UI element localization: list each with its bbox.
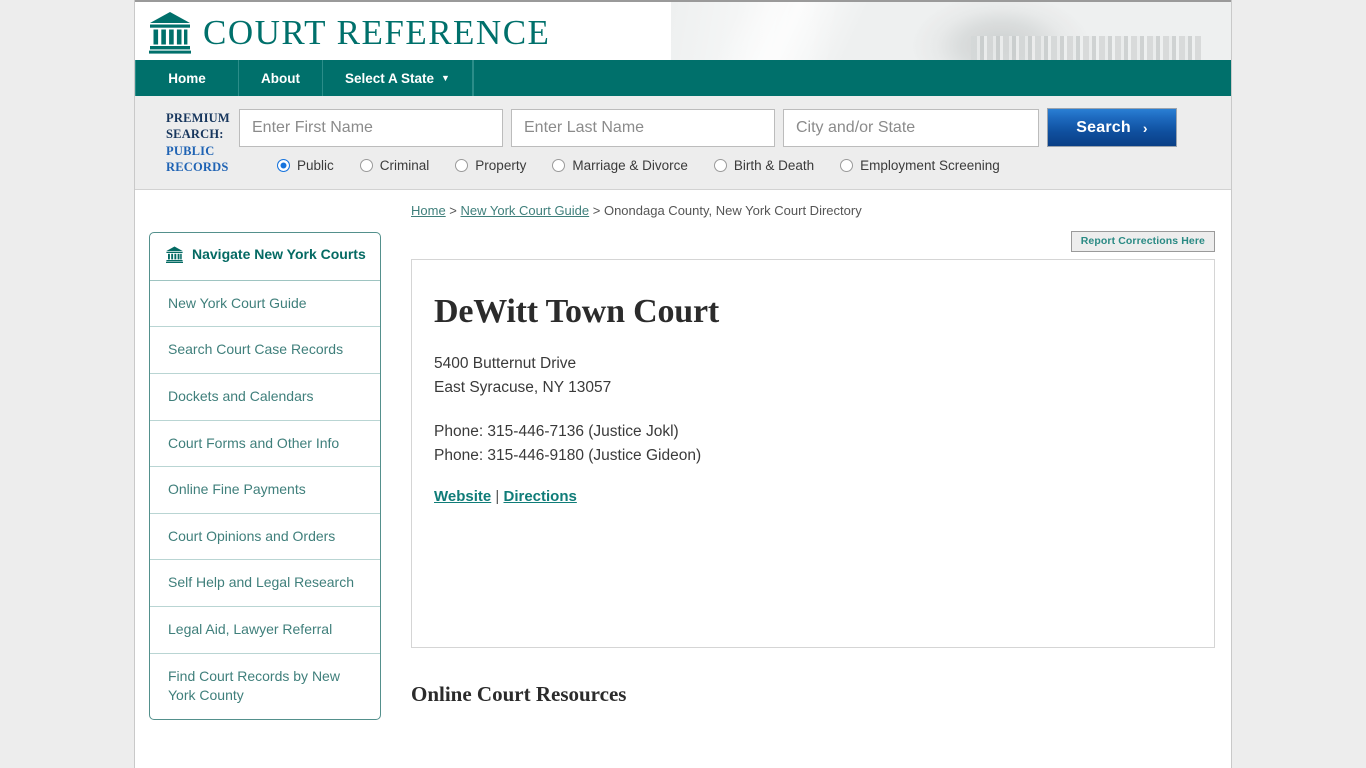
sidebar-item-self-help-and-legal-research[interactable]: Self Help and Legal Research xyxy=(150,560,380,608)
page-body: Navigate New York Courts New York Court … xyxy=(135,190,1231,720)
main-navigation: Home About Select A State ▼ xyxy=(135,60,1231,96)
radio-label-property: Property xyxy=(475,158,527,173)
last-name-input[interactable] xyxy=(511,108,775,147)
sidebar-item-court-opinions-and-orders[interactable]: Court Opinions and Orders xyxy=(150,514,380,561)
nav-item-home-label: Home xyxy=(168,70,206,86)
sidebar-item-label: Court Opinions and Orders xyxy=(168,527,336,544)
sidebar: Navigate New York Courts New York Court … xyxy=(135,190,381,720)
city-state-input[interactable] xyxy=(783,108,1039,147)
radio-label-employment-screening: Employment Screening xyxy=(860,158,1000,173)
report-corrections-button[interactable]: Report Corrections Here xyxy=(1070,231,1215,252)
sidebar-item-new-york-court-guide[interactable]: New York Court Guide xyxy=(150,281,380,328)
radio-option-marriage-divorce[interactable]: Marriage & Divorce xyxy=(552,158,688,173)
site-logo[interactable]: COURT REFERENCE xyxy=(149,10,550,54)
radio-option-public[interactable]: Public xyxy=(277,158,334,173)
nav-item-about-label: About xyxy=(261,70,300,86)
courthouse-icon xyxy=(166,245,183,268)
page-container: COURT REFERENCE Home About Select A Stat… xyxy=(134,0,1232,768)
premium-search-label: PREMIUM SEARCH: PUBLIC RECORDS xyxy=(135,108,239,175)
sidebar-item-label: New York Court Guide xyxy=(168,294,307,311)
radio-option-birth-death[interactable]: Birth & Death xyxy=(713,158,815,173)
nav-item-about[interactable]: About xyxy=(239,60,323,96)
radio-dot-property[interactable] xyxy=(455,159,469,172)
breadcrumb: Home > New York Court Guide > Onondaga C… xyxy=(411,196,1215,218)
corrections-row: Report Corrections Here xyxy=(411,231,1215,252)
radio-dot-employment-screening[interactable] xyxy=(840,159,854,172)
radio-option-property[interactable]: Property xyxy=(455,158,526,173)
breadcrumb-separator: > xyxy=(445,203,461,218)
sidebar-navigation-box: Navigate New York Courts New York Court … xyxy=(149,232,381,720)
premium-label-line2: SEARCH: xyxy=(166,127,224,142)
chevron-right-icon: › xyxy=(1142,119,1148,136)
radio-label-marriage-divorce: Marriage & Divorce xyxy=(572,158,688,173)
sidebar-item-label: Online Fine Payments xyxy=(168,481,306,498)
premium-label-line1: PREMIUM xyxy=(166,111,230,125)
sidebar-item-label: Dockets and Calendars xyxy=(168,388,314,405)
premium-search-controls: Search › Public Criminal Property xyxy=(239,108,1231,173)
premium-search-field-row: Search › xyxy=(239,108,1209,147)
courthouse-icon xyxy=(149,10,191,54)
sidebar-item-dockets-and-calendars[interactable]: Dockets and Calendars xyxy=(150,374,380,421)
radio-dot-public[interactable] xyxy=(277,159,290,172)
chevron-down-icon: ▼ xyxy=(441,72,450,83)
sidebar-heading: Navigate New York Courts xyxy=(150,233,380,281)
sidebar-item-label: Search Court Case Records xyxy=(168,341,344,358)
sidebar-item-court-forms-and-other-info[interactable]: Court Forms and Other Info xyxy=(150,421,380,468)
radio-label-birth-death: Birth & Death xyxy=(733,158,815,173)
radio-dot-birth-death[interactable] xyxy=(713,159,727,172)
directions-link[interactable]: Directions xyxy=(503,488,576,505)
breadcrumb-current: Onondaga County, New York Court Director… xyxy=(603,203,862,218)
court-address-line-1: 5400 Butternut Drive xyxy=(434,355,577,373)
main-column: Home > New York Court Guide > Onondaga C… xyxy=(381,190,1231,720)
radio-option-employment-screening[interactable]: Employment Screening xyxy=(840,158,1000,173)
sidebar-item-search-court-case-records[interactable]: Search Court Case Records xyxy=(150,327,380,375)
court-address-line-2: East Syracuse, NY 13057 xyxy=(434,379,612,397)
sidebar-item-label: Court Forms and Other Info xyxy=(168,434,340,451)
sidebar-item-online-fine-payments[interactable]: Online Fine Payments xyxy=(150,467,380,514)
radio-label-public: Public xyxy=(297,158,334,173)
nav-item-select-a-state[interactable]: Select A State ▼ xyxy=(323,60,473,96)
breadcrumb-separator: > xyxy=(589,203,604,218)
premium-search-bar: PREMIUM SEARCH: PUBLIC RECORDS Search › … xyxy=(135,96,1231,190)
radio-option-criminal[interactable]: Criminal xyxy=(359,158,430,173)
court-links: Website | Directions xyxy=(434,488,1192,505)
court-phone-line-2: Phone: 315-446-9180 (Justice Gideon) xyxy=(434,447,702,465)
page-title: DeWitt Town Court xyxy=(434,293,720,330)
sidebar-item-find-court-records-by-county[interactable]: Find Court Records by New York County xyxy=(150,654,380,719)
court-details-card: DeWitt Town Court 5400 Butternut Drive E… xyxy=(411,259,1215,648)
nav-filler xyxy=(472,60,1231,96)
premium-label-line4: RECORDS xyxy=(166,159,229,174)
nav-item-home[interactable]: Home xyxy=(135,60,239,96)
link-divider: | xyxy=(491,488,504,506)
breadcrumb-link-new-york-court-guide[interactable]: New York Court Guide xyxy=(461,203,590,218)
breadcrumb-link-home[interactable]: Home xyxy=(411,203,446,218)
site-masthead: COURT REFERENCE xyxy=(135,0,1231,60)
search-category-radio-group: Public Criminal Property Marriage & Divo… xyxy=(239,158,1209,173)
masthead-courthouse-image xyxy=(671,2,1231,60)
online-court-resources-heading: Online Court Resources xyxy=(411,682,627,706)
website-link[interactable]: Website xyxy=(434,488,491,505)
radio-dot-marriage-divorce[interactable] xyxy=(552,159,566,172)
site-title: COURT REFERENCE xyxy=(203,12,551,52)
first-name-input[interactable] xyxy=(239,108,503,147)
search-button-label: Search xyxy=(1076,118,1131,136)
radio-label-criminal: Criminal xyxy=(379,158,430,173)
sidebar-item-legal-aid-lawyer-referral[interactable]: Legal Aid, Lawyer Referral xyxy=(150,607,380,654)
nav-item-select-a-state-label: Select A State xyxy=(344,70,435,86)
search-button[interactable]: Search › xyxy=(1047,108,1177,147)
sidebar-item-label: Legal Aid, Lawyer Referral xyxy=(168,621,333,638)
court-phone-line-1: Phone: 315-446-7136 (Justice Jokl) xyxy=(434,423,679,441)
radio-dot-criminal[interactable] xyxy=(359,159,373,172)
sidebar-item-label: Find Court Records by New York County xyxy=(168,667,340,704)
sidebar-item-label: Self Help and Legal Research xyxy=(168,574,355,591)
sidebar-heading-label: Navigate New York Courts xyxy=(192,246,366,262)
premium-label-line3: PUBLIC xyxy=(166,143,215,158)
